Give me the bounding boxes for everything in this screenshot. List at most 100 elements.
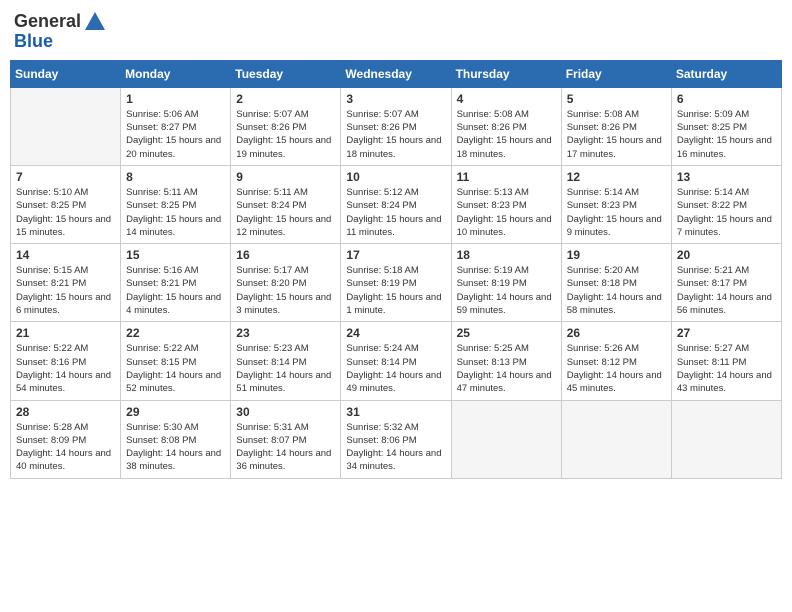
day-number: 30 <box>236 405 335 419</box>
day-number: 29 <box>126 405 225 419</box>
calendar-cell: 18 Sunrise: 5:19 AMSunset: 8:19 PMDaylig… <box>451 244 561 322</box>
day-number: 1 <box>126 92 225 106</box>
calendar-header-saturday: Saturday <box>671 60 781 87</box>
logo: General Blue <box>14 10 107 52</box>
calendar-week-row: 14 Sunrise: 5:15 AMSunset: 8:21 PMDaylig… <box>11 244 782 322</box>
day-detail: Sunrise: 5:10 AMSunset: 8:25 PMDaylight:… <box>16 186 115 239</box>
calendar-cell: 26 Sunrise: 5:26 AMSunset: 8:12 PMDaylig… <box>561 322 671 400</box>
day-detail: Sunrise: 5:14 AMSunset: 8:23 PMDaylight:… <box>567 186 666 239</box>
day-detail: Sunrise: 5:06 AMSunset: 8:27 PMDaylight:… <box>126 108 225 161</box>
calendar-week-row: 28 Sunrise: 5:28 AMSunset: 8:09 PMDaylig… <box>11 400 782 478</box>
day-detail: Sunrise: 5:20 AMSunset: 8:18 PMDaylight:… <box>567 264 666 317</box>
logo-blue-text: Blue <box>14 31 53 51</box>
calendar-cell: 13 Sunrise: 5:14 AMSunset: 8:22 PMDaylig… <box>671 165 781 243</box>
calendar-cell: 1 Sunrise: 5:06 AMSunset: 8:27 PMDayligh… <box>121 87 231 165</box>
calendar-cell: 29 Sunrise: 5:30 AMSunset: 8:08 PMDaylig… <box>121 400 231 478</box>
day-detail: Sunrise: 5:11 AMSunset: 8:25 PMDaylight:… <box>126 186 225 239</box>
calendar-week-row: 7 Sunrise: 5:10 AMSunset: 8:25 PMDayligh… <box>11 165 782 243</box>
day-detail: Sunrise: 5:08 AMSunset: 8:26 PMDaylight:… <box>457 108 556 161</box>
calendar-cell: 10 Sunrise: 5:12 AMSunset: 8:24 PMDaylig… <box>341 165 451 243</box>
calendar-cell: 7 Sunrise: 5:10 AMSunset: 8:25 PMDayligh… <box>11 165 121 243</box>
page-header: General Blue <box>10 10 782 52</box>
day-detail: Sunrise: 5:08 AMSunset: 8:26 PMDaylight:… <box>567 108 666 161</box>
day-number: 25 <box>457 326 556 340</box>
calendar-cell: 28 Sunrise: 5:28 AMSunset: 8:09 PMDaylig… <box>11 400 121 478</box>
calendar-cell: 8 Sunrise: 5:11 AMSunset: 8:25 PMDayligh… <box>121 165 231 243</box>
calendar-cell: 3 Sunrise: 5:07 AMSunset: 8:26 PMDayligh… <box>341 87 451 165</box>
day-number: 3 <box>346 92 445 106</box>
day-detail: Sunrise: 5:12 AMSunset: 8:24 PMDaylight:… <box>346 186 445 239</box>
calendar-cell: 30 Sunrise: 5:31 AMSunset: 8:07 PMDaylig… <box>231 400 341 478</box>
day-detail: Sunrise: 5:22 AMSunset: 8:15 PMDaylight:… <box>126 342 225 395</box>
day-number: 15 <box>126 248 225 262</box>
day-number: 22 <box>126 326 225 340</box>
day-number: 9 <box>236 170 335 184</box>
calendar-cell: 19 Sunrise: 5:20 AMSunset: 8:18 PMDaylig… <box>561 244 671 322</box>
day-number: 24 <box>346 326 445 340</box>
day-number: 4 <box>457 92 556 106</box>
calendar-cell: 4 Sunrise: 5:08 AMSunset: 8:26 PMDayligh… <box>451 87 561 165</box>
calendar-cell: 15 Sunrise: 5:16 AMSunset: 8:21 PMDaylig… <box>121 244 231 322</box>
day-detail: Sunrise: 5:24 AMSunset: 8:14 PMDaylight:… <box>346 342 445 395</box>
day-detail: Sunrise: 5:25 AMSunset: 8:13 PMDaylight:… <box>457 342 556 395</box>
calendar-header-sunday: Sunday <box>11 60 121 87</box>
day-number: 2 <box>236 92 335 106</box>
day-detail: Sunrise: 5:07 AMSunset: 8:26 PMDaylight:… <box>236 108 335 161</box>
calendar-cell: 25 Sunrise: 5:25 AMSunset: 8:13 PMDaylig… <box>451 322 561 400</box>
day-detail: Sunrise: 5:15 AMSunset: 8:21 PMDaylight:… <box>16 264 115 317</box>
calendar-cell: 16 Sunrise: 5:17 AMSunset: 8:20 PMDaylig… <box>231 244 341 322</box>
calendar-cell: 9 Sunrise: 5:11 AMSunset: 8:24 PMDayligh… <box>231 165 341 243</box>
day-number: 6 <box>677 92 776 106</box>
day-number: 7 <box>16 170 115 184</box>
calendar-cell: 14 Sunrise: 5:15 AMSunset: 8:21 PMDaylig… <box>11 244 121 322</box>
calendar-cell: 2 Sunrise: 5:07 AMSunset: 8:26 PMDayligh… <box>231 87 341 165</box>
day-detail: Sunrise: 5:31 AMSunset: 8:07 PMDaylight:… <box>236 421 335 474</box>
day-number: 11 <box>457 170 556 184</box>
day-detail: Sunrise: 5:23 AMSunset: 8:14 PMDaylight:… <box>236 342 335 395</box>
day-detail: Sunrise: 5:18 AMSunset: 8:19 PMDaylight:… <box>346 264 445 317</box>
calendar-cell: 20 Sunrise: 5:21 AMSunset: 8:17 PMDaylig… <box>671 244 781 322</box>
calendar-cell: 23 Sunrise: 5:23 AMSunset: 8:14 PMDaylig… <box>231 322 341 400</box>
day-detail: Sunrise: 5:26 AMSunset: 8:12 PMDaylight:… <box>567 342 666 395</box>
day-detail: Sunrise: 5:19 AMSunset: 8:19 PMDaylight:… <box>457 264 556 317</box>
calendar-week-row: 1 Sunrise: 5:06 AMSunset: 8:27 PMDayligh… <box>11 87 782 165</box>
calendar-cell: 27 Sunrise: 5:27 AMSunset: 8:11 PMDaylig… <box>671 322 781 400</box>
day-detail: Sunrise: 5:13 AMSunset: 8:23 PMDaylight:… <box>457 186 556 239</box>
calendar-cell: 22 Sunrise: 5:22 AMSunset: 8:15 PMDaylig… <box>121 322 231 400</box>
day-number: 20 <box>677 248 776 262</box>
calendar-cell: 21 Sunrise: 5:22 AMSunset: 8:16 PMDaylig… <box>11 322 121 400</box>
calendar-cell <box>451 400 561 478</box>
calendar-header-friday: Friday <box>561 60 671 87</box>
calendar-cell: 31 Sunrise: 5:32 AMSunset: 8:06 PMDaylig… <box>341 400 451 478</box>
day-detail: Sunrise: 5:11 AMSunset: 8:24 PMDaylight:… <box>236 186 335 239</box>
calendar-cell: 6 Sunrise: 5:09 AMSunset: 8:25 PMDayligh… <box>671 87 781 165</box>
calendar-cell: 17 Sunrise: 5:18 AMSunset: 8:19 PMDaylig… <box>341 244 451 322</box>
calendar-cell <box>561 400 671 478</box>
day-number: 19 <box>567 248 666 262</box>
calendar-header-thursday: Thursday <box>451 60 561 87</box>
calendar-header-monday: Monday <box>121 60 231 87</box>
day-number: 8 <box>126 170 225 184</box>
calendar-header-row: SundayMondayTuesdayWednesdayThursdayFrid… <box>11 60 782 87</box>
day-detail: Sunrise: 5:17 AMSunset: 8:20 PMDaylight:… <box>236 264 335 317</box>
day-number: 27 <box>677 326 776 340</box>
day-number: 5 <box>567 92 666 106</box>
day-detail: Sunrise: 5:16 AMSunset: 8:21 PMDaylight:… <box>126 264 225 317</box>
day-number: 10 <box>346 170 445 184</box>
day-number: 26 <box>567 326 666 340</box>
day-detail: Sunrise: 5:30 AMSunset: 8:08 PMDaylight:… <box>126 421 225 474</box>
logo-icon <box>83 10 107 34</box>
day-number: 17 <box>346 248 445 262</box>
day-number: 12 <box>567 170 666 184</box>
calendar-cell: 5 Sunrise: 5:08 AMSunset: 8:26 PMDayligh… <box>561 87 671 165</box>
calendar-cell: 11 Sunrise: 5:13 AMSunset: 8:23 PMDaylig… <box>451 165 561 243</box>
calendar-table: SundayMondayTuesdayWednesdayThursdayFrid… <box>10 60 782 479</box>
calendar-header-tuesday: Tuesday <box>231 60 341 87</box>
day-detail: Sunrise: 5:27 AMSunset: 8:11 PMDaylight:… <box>677 342 776 395</box>
calendar-cell: 24 Sunrise: 5:24 AMSunset: 8:14 PMDaylig… <box>341 322 451 400</box>
calendar-header-wednesday: Wednesday <box>341 60 451 87</box>
day-number: 21 <box>16 326 115 340</box>
day-number: 23 <box>236 326 335 340</box>
day-detail: Sunrise: 5:32 AMSunset: 8:06 PMDaylight:… <box>346 421 445 474</box>
day-detail: Sunrise: 5:14 AMSunset: 8:22 PMDaylight:… <box>677 186 776 239</box>
